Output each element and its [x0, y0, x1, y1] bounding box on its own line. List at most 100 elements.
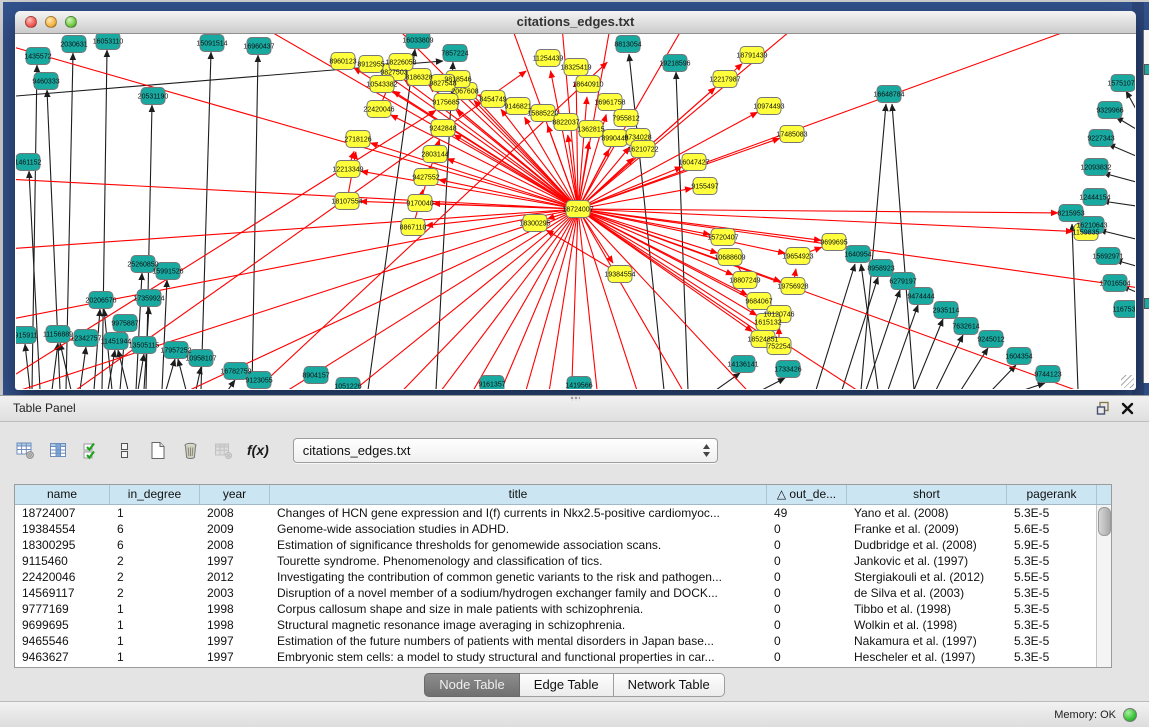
function-builder-icon[interactable]: f(x)	[247, 441, 269, 460]
table-cell: 6	[110, 537, 200, 553]
table-cell: 5.3E-5	[1007, 649, 1096, 665]
svg-text:2935114: 2935114	[933, 308, 960, 315]
svg-text:18226058: 18226058	[385, 60, 416, 67]
svg-text:10958107: 10958107	[185, 356, 216, 363]
column-header-title[interactable]: title	[270, 485, 767, 504]
svg-text:15885220: 15885220	[527, 111, 558, 118]
svg-text:9427552: 9427552	[412, 175, 439, 182]
scrollbar-thumb[interactable]	[1098, 507, 1111, 536]
float-panel-icon[interactable]	[1096, 401, 1111, 416]
window-resize-grip[interactable]	[1121, 375, 1134, 388]
svg-text:2030631: 2030631	[60, 42, 87, 49]
svg-text:1362815: 1362815	[577, 127, 604, 134]
table-row[interactable]: 911546021997Tourette syndrome. Phenomeno…	[15, 553, 1096, 569]
table-cell: 5.3E-5	[1007, 617, 1096, 633]
table-row[interactable]: 2242004622012Investigating the contribut…	[15, 569, 1096, 585]
svg-text:1461152: 1461152	[16, 160, 41, 167]
column-header-name[interactable]: name	[15, 485, 110, 504]
new-column-icon[interactable]	[148, 441, 167, 460]
svg-text:8215953: 8215953	[1057, 211, 1084, 218]
table-cell: Estimation of significance thresholds fo…	[270, 537, 767, 553]
svg-text:7857224: 7857224	[441, 51, 468, 58]
table-cell: Estimation of the future numbers of pati…	[270, 633, 767, 649]
tab-network-table[interactable]: Network Table	[614, 673, 725, 697]
table-cell: Corpus callosum shape and size in male p…	[270, 601, 767, 617]
svg-text:8958923: 8958923	[867, 266, 894, 273]
delete-column-icon[interactable]	[181, 441, 200, 460]
show-columns-icon[interactable]	[49, 441, 68, 460]
svg-text:17016504: 17016504	[1099, 281, 1130, 288]
svg-text:9684067: 9684067	[745, 299, 772, 306]
tab-node-table[interactable]: Node Table	[424, 673, 520, 697]
svg-text:10543382: 10543382	[366, 82, 397, 89]
svg-text:18325419: 18325419	[560, 65, 591, 72]
table-row[interactable]: 1830029562008Estimation of significance …	[15, 537, 1096, 553]
column-header-short[interactable]: short	[847, 485, 1007, 504]
panel-drag-handle-icon[interactable]	[570, 396, 580, 401]
svg-text:15720407: 15720407	[707, 235, 738, 242]
table-panel-titlebar[interactable]: Table Panel	[0, 396, 1149, 422]
table-cell: 22420046	[15, 569, 110, 585]
table-cell: 2008	[200, 537, 270, 553]
table-row[interactable]: 1872400712008Changes of HCN gene express…	[15, 505, 1096, 521]
svg-text:1051226: 1051226	[334, 384, 361, 390]
svg-text:1167534: 1167534	[1113, 307, 1135, 314]
svg-text:9329966: 9329966	[1096, 108, 1123, 115]
minimize-window-icon[interactable]	[45, 16, 57, 28]
svg-text:12217987: 12217987	[709, 77, 740, 84]
svg-text:16210722: 16210722	[627, 147, 658, 154]
table-cell: 0	[767, 553, 847, 569]
svg-text:11254439: 11254439	[533, 56, 564, 63]
table-cell: Structural magnetic resonance image aver…	[270, 617, 767, 633]
table-cell: 5.3E-5	[1007, 553, 1096, 569]
svg-text:1419566: 1419566	[565, 383, 592, 390]
svg-text:18300295: 18300295	[519, 221, 550, 228]
network-canvas[interactable]: 1872400791468211588522088220371362815169…	[16, 34, 1135, 389]
table-cell: 5.3E-5	[1007, 505, 1096, 521]
table-row[interactable]: 969969511998Structural magnetic resonanc…	[15, 617, 1096, 633]
svg-text:17957252: 17957252	[160, 348, 191, 355]
network-window-title: citations_edges.txt	[15, 11, 1136, 33]
table-cell: 2009	[200, 521, 270, 537]
column-header-pagerank[interactable]: pagerank	[1007, 485, 1097, 504]
table-cell: Embryonic stem cells: a model to study s…	[270, 649, 767, 665]
table-row[interactable]: 946362711997Embryonic stem cells: a mode…	[15, 649, 1096, 665]
column-header-in_degree[interactable]: in_degree	[110, 485, 200, 504]
table-cell: 1	[110, 617, 200, 633]
table-cell: 5.3E-5	[1007, 585, 1096, 601]
svg-text:16782759: 16782759	[220, 369, 251, 376]
table-cell: 0	[767, 649, 847, 665]
column-header-out_de[interactable]: △ out_de...	[767, 485, 847, 504]
table-cell: 2003	[200, 585, 270, 601]
table-vertical-scrollbar[interactable]	[1096, 505, 1111, 667]
table-cell: Nakamura et al. (1997)	[847, 633, 1007, 649]
svg-text:13505115: 13505115	[129, 343, 160, 350]
table-select-combobox[interactable]: citations_edges.txt	[293, 438, 718, 463]
tab-edge-table[interactable]: Edge Table	[520, 673, 614, 697]
svg-text:8822037: 8822037	[552, 120, 579, 127]
svg-text:19654923: 19654923	[782, 254, 813, 261]
memory-status-label: Memory: OK	[1054, 709, 1116, 721]
row-height-icon[interactable]	[115, 441, 134, 460]
table-row[interactable]: 977716911998Corpus callosum shape and si…	[15, 601, 1096, 617]
close-panel-icon[interactable]	[1120, 401, 1135, 416]
svg-text:12342757: 12342757	[70, 336, 101, 343]
table-row[interactable]: 1938455462009Genome-wide association stu…	[15, 521, 1096, 537]
svg-text:1159835: 1159835	[1073, 230, 1100, 237]
svg-text:2803144: 2803144	[421, 152, 448, 159]
close-window-icon[interactable]	[25, 16, 37, 28]
table-cell: 2012	[200, 569, 270, 585]
network-graph[interactable]: 1872400791468211588522088220371362815169…	[16, 34, 1135, 389]
column-header-year[interactable]: year	[200, 485, 270, 504]
table-row[interactable]: 946554611997Estimation of the future num…	[15, 633, 1096, 649]
table-cell: 5.9E-5	[1007, 537, 1096, 553]
table-cell: 14569117	[15, 585, 110, 601]
network-window-titlebar[interactable]: citations_edges.txt	[15, 11, 1136, 34]
table-row[interactable]: 1456911722003Disruption of a novel membe…	[15, 585, 1096, 601]
zoom-window-icon[interactable]	[65, 16, 77, 28]
table-settings-icon[interactable]	[16, 441, 35, 460]
table-cell: 1998	[200, 601, 270, 617]
select-rows-icon[interactable]	[82, 441, 101, 460]
table-cell: 5.3E-5	[1007, 633, 1096, 649]
combobox-stepper-icon	[702, 443, 711, 461]
